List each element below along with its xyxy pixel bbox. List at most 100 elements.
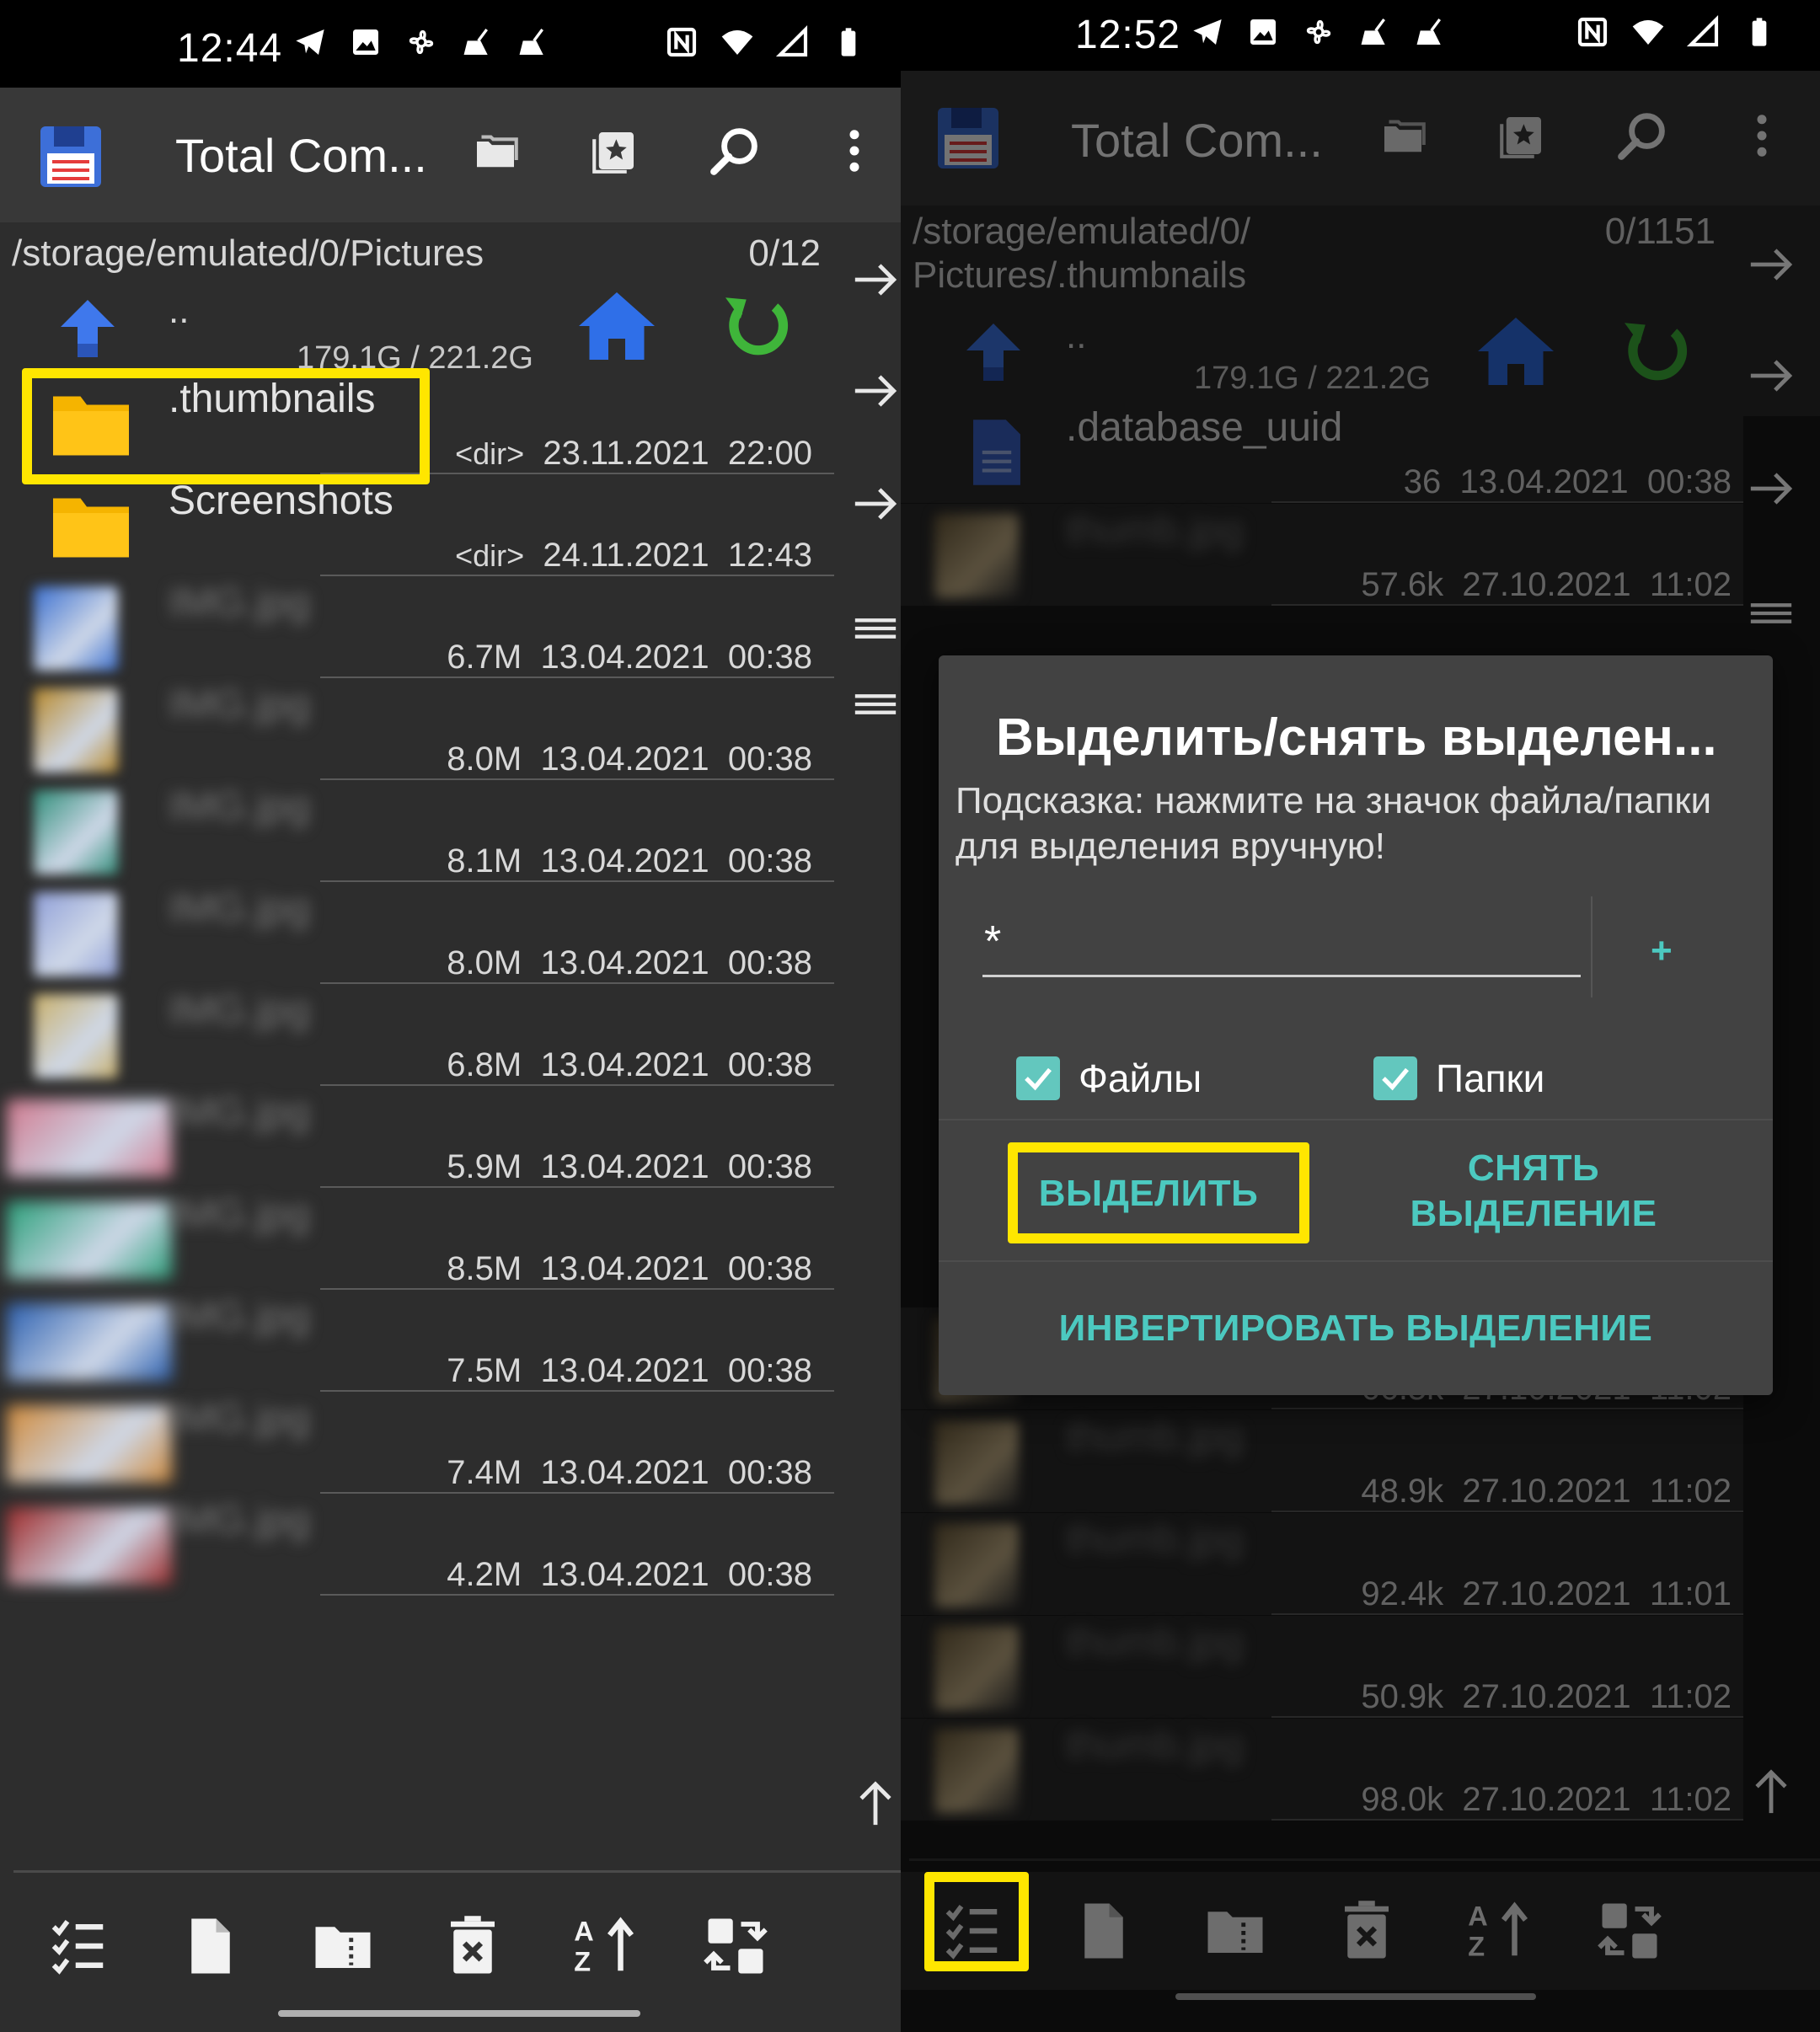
delete-icon[interactable]: [1329, 1893, 1405, 1969]
image-thumbnail[interactable]: [7, 1201, 172, 1279]
bookmark-star-icon[interactable]: [586, 121, 645, 180]
file-name: .database_uuid: [1066, 405, 1343, 450]
image-thumbnail[interactable]: [34, 586, 118, 671]
file-size: 36: [1403, 463, 1442, 500]
image-thumbnail[interactable]: [7, 1099, 172, 1177]
file-meta: 7.4M 13.04.2021 00:38: [447, 1454, 812, 1492]
scroll-up-icon-right[interactable]: [1746, 1767, 1796, 1818]
file-row[interactable]: IMG.jpg 8.5M 13.04.2021 00:38: [0, 1188, 834, 1290]
scroll-up-icon[interactable]: [850, 1779, 901, 1830]
file-row[interactable]: IMG.jpg 8.0M 13.04.2021 00:38: [0, 678, 834, 780]
file-size: 57.6k: [1361, 566, 1444, 603]
check-icon: [1016, 1056, 1060, 1100]
file-row[interactable]: IMG.jpg 6.8M 13.04.2021 00:38: [0, 984, 834, 1086]
svg-text:Z: Z: [574, 1946, 591, 1976]
file-row[interactable]: IMG.jpg 8.1M 13.04.2021 00:38: [0, 780, 834, 882]
equal-panes-icon[interactable]: [850, 603, 901, 654]
home-icon[interactable]: [1474, 313, 1558, 389]
file-date: 13.04.2021: [540, 842, 709, 880]
refresh-icon[interactable]: [718, 288, 794, 364]
file-row[interactable]: IMG.jpg 7.5M 13.04.2021 00:38: [0, 1290, 834, 1392]
zip-folder-icon[interactable]: [1197, 1893, 1273, 1969]
file-time: 00:38: [727, 1352, 812, 1389]
check-icon: [1373, 1056, 1417, 1100]
overflow-menu-icon[interactable]: [825, 121, 884, 180]
folders-icon[interactable]: [1373, 106, 1432, 165]
deselect-button[interactable]: СНЯТЬ ВЫДЕЛЕНИЕ: [1407, 1146, 1660, 1237]
file-row[interactable]: IMG.jpg 5.9M 13.04.2021 00:38: [0, 1086, 834, 1188]
select-checklist-icon[interactable]: [40, 1908, 116, 1984]
image-thumbnail[interactable]: [934, 1626, 1019, 1710]
overflow-menu-icon[interactable]: [1732, 106, 1791, 165]
refresh-icon[interactable]: [1617, 313, 1693, 389]
move-arrow-icon-right[interactable]: [1746, 350, 1796, 401]
file-row[interactable]: thumb.jpg 48.9k 27.10.2021 11:02: [901, 1410, 1743, 1512]
image-thumbnail[interactable]: [34, 790, 118, 874]
folders-checkbox[interactable]: Папки: [1373, 1056, 1544, 1101]
copy-arrow-icon[interactable]: [850, 254, 901, 305]
equal-panes-icon-2[interactable]: [850, 679, 901, 730]
parent-dir-row-right[interactable]: .. 179.1G / 221.2G: [901, 298, 1820, 416]
image-thumbnail[interactable]: [34, 994, 118, 1078]
zip-folder-icon[interactable]: [305, 1908, 381, 1984]
swap-panels-icon[interactable]: [698, 1908, 774, 1984]
file-row[interactable]: thumb.jpg 98.0k 27.10.2021 11:02: [901, 1719, 1743, 1821]
file-row[interactable]: IMG.jpg 8.0M 13.04.2021 00:38: [0, 882, 834, 984]
file-row[interactable]: thumb.jpg 92.4k 27.10.2021 11:01: [901, 1513, 1743, 1615]
row-divider: [320, 1594, 834, 1596]
pane-arrow-icon[interactable]: [850, 479, 901, 529]
gallery-icon: [347, 24, 384, 61]
current-path[interactable]: /storage/emulated/0/Pictures: [12, 233, 484, 275]
floppy-logo-icon[interactable]: [934, 104, 1002, 172]
image-thumbnail[interactable]: [34, 688, 118, 773]
image-thumbnail[interactable]: [934, 1420, 1019, 1505]
file-meta: <dir> 23.11.2021 22:00: [455, 435, 812, 473]
sort-icon[interactable]: AZ: [566, 1908, 642, 1984]
folder-icon[interactable]: [49, 489, 133, 562]
pane-arrow-icon-right[interactable]: [1746, 463, 1796, 514]
battery-icon: [830, 24, 867, 61]
file-row[interactable]: IMG.jpg 7.4M 13.04.2021 00:38: [0, 1392, 834, 1494]
file-row[interactable]: .database_uuid 36 13.04.2021 00:38: [901, 401, 1743, 503]
up-arrow-icon[interactable]: [960, 320, 1027, 388]
file-row[interactable]: IMG.jpg 4.2M 13.04.2021 00:38: [0, 1494, 834, 1596]
file-time: 11:01: [1649, 1575, 1732, 1612]
up-arrow-icon[interactable]: [54, 297, 121, 364]
image-thumbnail[interactable]: [934, 514, 1019, 598]
current-path-line1[interactable]: /storage/emulated/0/: [913, 211, 1250, 253]
new-file-icon[interactable]: [173, 1908, 249, 1984]
current-path-line2[interactable]: Pictures/.thumbnails: [913, 254, 1246, 297]
sort-icon[interactable]: AZ: [1460, 1893, 1536, 1969]
delete-icon[interactable]: [435, 1908, 511, 1984]
dialog-hint: Подсказка: нажмите на значок файла/папки…: [956, 780, 1712, 867]
file-meta: <dir> 24.11.2021 12:43: [455, 537, 812, 575]
document-icon[interactable]: [955, 416, 1039, 489]
folder-row[interactable]: Screenshots <dir> 24.11.2021 12:43: [0, 474, 834, 576]
file-row[interactable]: thumb.jpg 57.6k 27.10.2021 11:02: [901, 504, 1743, 606]
file-size: 50.9k: [1361, 1678, 1444, 1715]
files-checkbox[interactable]: Файлы: [1016, 1056, 1202, 1101]
bookmark-star-icon[interactable]: [1493, 106, 1552, 165]
search-icon[interactable]: [705, 121, 764, 180]
new-file-icon[interactable]: [1066, 1893, 1142, 1969]
home-icon[interactable]: [575, 288, 659, 364]
search-icon[interactable]: [1613, 106, 1672, 165]
image-thumbnail[interactable]: [7, 1303, 172, 1381]
swap-panels-icon[interactable]: [1592, 1893, 1667, 1969]
file-row[interactable]: thumb.jpg 50.9k 27.10.2021 11:02: [901, 1616, 1743, 1718]
app-actions-right: [1373, 106, 1791, 165]
image-thumbnail[interactable]: [934, 1523, 1019, 1607]
move-arrow-icon[interactable]: [850, 366, 901, 416]
file-row[interactable]: IMG.jpg 6.7M 13.04.2021 00:38: [0, 576, 834, 678]
equal-panes-icon-right[interactable]: [1746, 588, 1796, 639]
mask-input[interactable]: *: [982, 896, 1581, 977]
add-mask-button[interactable]: +: [1651, 930, 1673, 972]
image-thumbnail[interactable]: [34, 892, 118, 976]
invert-selection-button[interactable]: ИНВЕРТИРОВАТЬ ВЫДЕЛЕНИЕ: [972, 1306, 1739, 1351]
copy-arrow-icon-right[interactable]: [1746, 239, 1796, 290]
image-thumbnail[interactable]: [934, 1729, 1019, 1813]
image-thumbnail[interactable]: [7, 1507, 172, 1585]
image-thumbnail[interactable]: [7, 1405, 172, 1483]
floppy-logo-icon[interactable]: [37, 123, 104, 190]
folders-icon[interactable]: [466, 121, 525, 180]
